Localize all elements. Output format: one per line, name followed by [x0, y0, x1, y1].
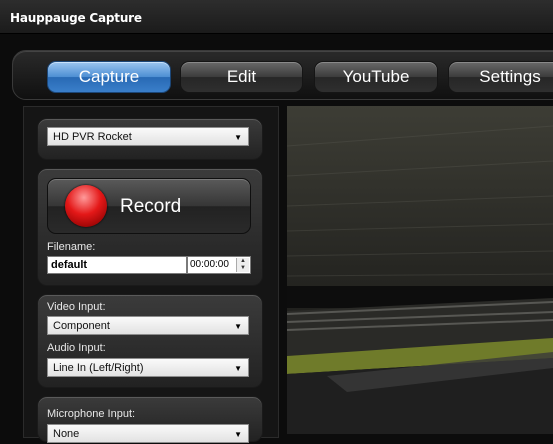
device-select-value: HD PVR Rocket [53, 131, 132, 143]
video-input-value: Component [53, 320, 110, 332]
record-icon [65, 185, 107, 227]
video-preview [287, 106, 553, 434]
audio-input-value: Line In (Left/Right) [53, 362, 144, 374]
tab-settings[interactable]: Settings [448, 61, 553, 93]
filename-input[interactable]: default [47, 256, 187, 274]
device-select[interactable]: HD PVR Rocket ▼ [47, 127, 249, 146]
tab-capture[interactable]: Capture [47, 61, 171, 93]
video-frame-image [287, 106, 553, 434]
window-title: Hauppauge Capture [10, 11, 142, 25]
spinner-icon[interactable]: ▲ ▼ [236, 258, 249, 272]
record-label: Record [120, 196, 182, 217]
video-input-select[interactable]: Component ▼ [47, 316, 249, 335]
audio-input-select[interactable]: Line In (Left/Right) ▼ [47, 358, 249, 377]
tab-edit[interactable]: Edit [180, 61, 303, 93]
title-bar: Hauppauge Capture [0, 0, 553, 34]
microphone-input-label: Microphone Input: [47, 408, 136, 420]
chevron-down-icon: ▼ [234, 430, 242, 439]
filename-label: Filename: [47, 241, 96, 253]
chevron-down-icon: ▼ [234, 322, 242, 331]
chevron-down-icon: ▼ [234, 364, 242, 373]
video-input-label: Video Input: [47, 301, 106, 313]
tab-youtube[interactable]: YouTube [314, 61, 438, 93]
chevron-down-icon: ▼ [234, 133, 242, 142]
record-button[interactable]: Record [47, 178, 251, 234]
duration-value: 00:00:00 [190, 259, 229, 270]
microphone-input-value: None [53, 428, 80, 440]
audio-input-label: Audio Input: [47, 342, 106, 354]
duration-stepper[interactable]: 00:00:00 ▲ ▼ [187, 256, 251, 274]
